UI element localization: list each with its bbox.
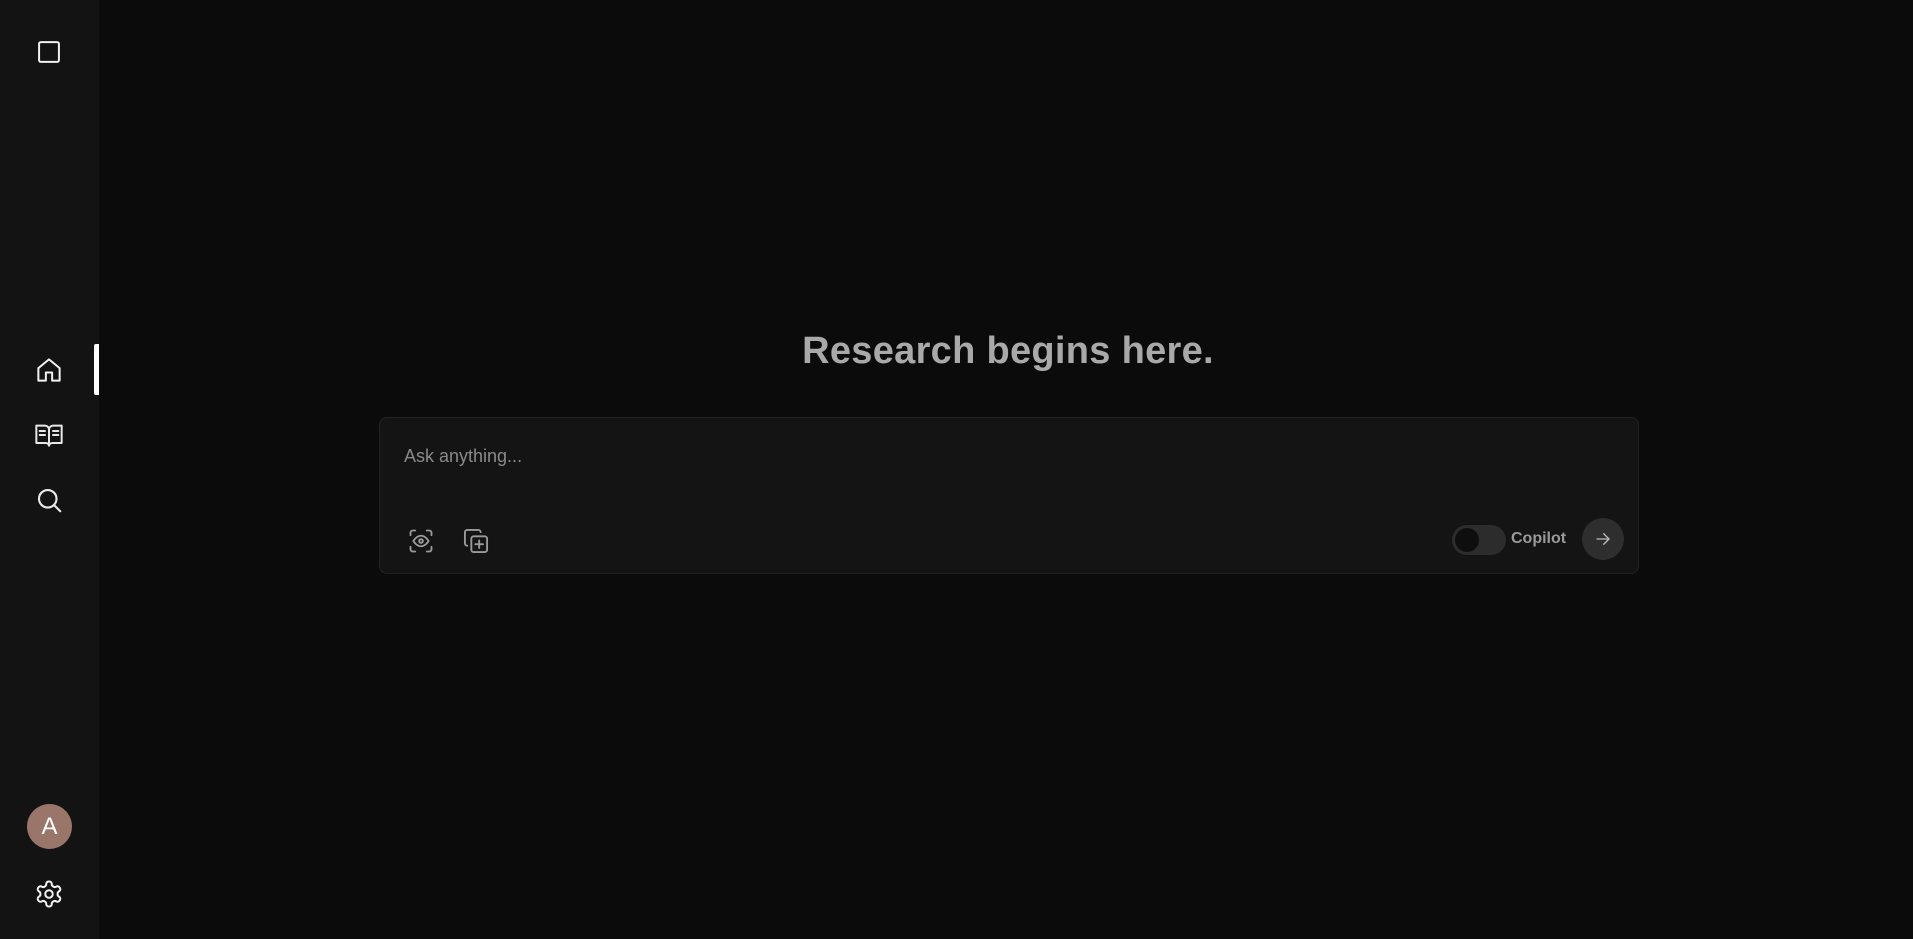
page-title: Research begins here. [802, 330, 1214, 372]
sidebar: A [0, 0, 99, 939]
sidebar-item-home[interactable] [24, 345, 74, 395]
copy-plus-icon [463, 528, 489, 554]
search-input[interactable] [404, 442, 1504, 470]
home-icon [37, 358, 61, 382]
gear-icon [36, 880, 62, 908]
attach-button[interactable] [457, 522, 495, 560]
book-open-icon [35, 424, 63, 447]
search-composer: Copilot [379, 417, 1639, 574]
copilot-label: Copilot [1511, 530, 1567, 547]
avatar-initial: A [41, 812, 58, 840]
scan-eye-icon [409, 529, 433, 553]
submit-button[interactable] [1582, 518, 1624, 560]
arrow-right-icon [1596, 533, 1610, 545]
focus-button[interactable] [402, 522, 440, 560]
square-icon [38, 41, 60, 63]
copilot-toggle[interactable] [1452, 525, 1506, 555]
settings-button[interactable] [24, 869, 74, 919]
app-root: A Research begins here. Ask anything... … [0, 0, 1913, 939]
avatar[interactable]: A [27, 804, 72, 849]
new-thread-button[interactable] [24, 27, 74, 77]
search-icon [37, 488, 62, 513]
sidebar-item-library[interactable] [24, 410, 74, 460]
toggle-knob [1455, 528, 1479, 552]
sidebar-item-discover[interactable] [24, 475, 74, 525]
